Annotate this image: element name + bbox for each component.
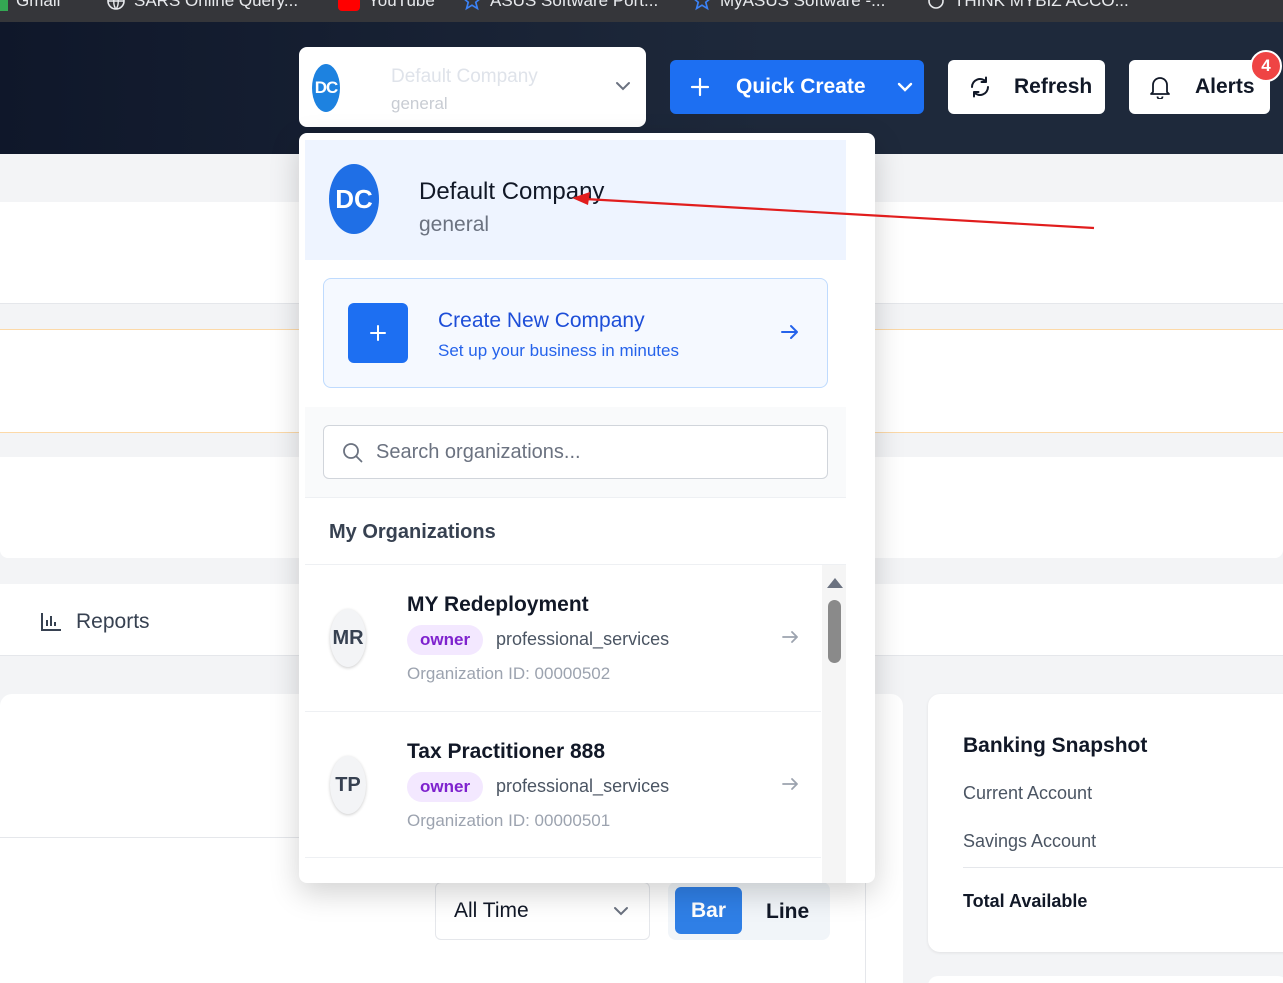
create-company-title: Create New Company <box>438 309 645 332</box>
bell-icon <box>1150 77 1170 99</box>
tab-reports[interactable]: Reports <box>40 610 150 634</box>
organization-industry: professional_services <box>496 629 670 649</box>
create-new-company-button[interactable]: Create New Company Set up your business … <box>323 278 828 388</box>
bookmark-label: ASUS Software Port... <box>490 0 659 10</box>
bookmark-myasus[interactable]: MyASUS Software -... <box>692 0 885 11</box>
divider <box>963 867 1283 868</box>
organization-item[interactable]: MR MY Redeployment owner professional_se… <box>305 565 821 711</box>
bookmark-gmail[interactable]: Gmail <box>0 0 60 11</box>
arrow-right-icon <box>782 631 798 643</box>
current-company[interactable]: DC Default Company general <box>305 140 846 260</box>
organization-search <box>323 425 828 479</box>
bookmark-sars[interactable]: SARS Online Query... <box>106 0 298 11</box>
refresh-button[interactable]: Refresh <box>948 60 1105 114</box>
bookmark-label: THINK MYBIZ ACCO... <box>954 0 1129 10</box>
current-account-label: Current Account <box>963 783 1093 803</box>
arrow-right-icon <box>781 325 798 339</box>
current-company-subtitle: general <box>419 213 490 236</box>
search-input[interactable] <box>376 436 816 468</box>
alerts-count-badge: 4 <box>1250 50 1282 82</box>
company-subtitle: general <box>391 94 448 113</box>
gmail-icon <box>0 0 8 11</box>
bookmark-label: SARS Online Query... <box>134 0 299 10</box>
bookmark-label: MyASUS Software -... <box>720 0 886 10</box>
plus-icon <box>348 303 408 363</box>
background-card <box>928 976 1283 983</box>
bar-chart-icon <box>41 613 61 631</box>
period-value: All Time <box>454 899 529 922</box>
chevron-down-icon[interactable] <box>896 78 914 96</box>
my-organizations-heading: My Organizations <box>329 521 496 543</box>
arrow-right-icon <box>782 778 798 790</box>
alerts-button[interactable]: Alerts <box>1129 60 1270 114</box>
organization-id: Organization ID: 00000501 <box>407 811 611 830</box>
current-company-avatar: DC <box>329 164 379 234</box>
refresh-label: Refresh <box>1014 75 1093 98</box>
star-icon <box>694 0 710 11</box>
current-company-name: Default Company <box>419 178 605 205</box>
scroll-up-arrow[interactable] <box>827 578 843 588</box>
divider <box>305 497 846 498</box>
banking-snapshot-card: Banking Snapshot Current Account Savings… <box>928 694 1283 952</box>
chart-type-bar-button[interactable]: Bar <box>675 887 742 934</box>
chevron-down-icon <box>616 82 630 91</box>
quick-create-button[interactable]: Quick Create <box>670 60 924 114</box>
savings-account-label: Savings Account <box>963 831 1097 851</box>
chart-type-toggle: Bar Line <box>668 882 830 940</box>
bookmark-label: Gmail <box>16 0 61 10</box>
scrollbar-thumb[interactable] <box>828 600 841 663</box>
organization-dropdown: DC Default Company general Create New Co… <box>299 133 875 883</box>
search-icon <box>343 443 363 463</box>
star-icon <box>464 0 480 11</box>
period-select[interactable]: All Time <box>435 882 650 940</box>
chart-type-line-button[interactable]: Line <box>766 900 809 924</box>
organization-item[interactable]: TP Tax Practitioner 888 owner profession… <box>305 712 821 858</box>
divider <box>305 857 821 858</box>
organization-name: Tax Practitioner 888 <box>407 740 606 763</box>
bookmark-label: YouTube <box>368 0 435 10</box>
bookmark-youtube[interactable]: YouTube <box>338 0 435 11</box>
refresh-icon <box>971 76 989 98</box>
total-available-label: Total Available <box>963 891 1088 911</box>
youtube-icon <box>338 0 360 11</box>
bookmark-asus-portal[interactable]: ASUS Software Port... <box>462 0 658 11</box>
create-company-subtitle: Set up your business in minutes <box>438 341 679 360</box>
role-badge: owner <box>407 772 484 802</box>
organization-industry: professional_services <box>496 776 670 796</box>
bookmark-thinkmybiz[interactable]: THINK MYBIZ ACCO... <box>926 0 1129 11</box>
organization-avatar: MR <box>330 609 366 667</box>
organization-id: Organization ID: 00000502 <box>407 664 611 683</box>
company-selector[interactable]: DC Default Company general <box>299 47 646 127</box>
alerts-label: Alerts <box>1195 75 1255 98</box>
banking-snapshot-title: Banking Snapshot <box>963 734 1148 757</box>
openai-icon <box>928 0 944 9</box>
bookmarks-bar: Gmail SARS Online Query... YouTube ASUS … <box>0 0 1283 22</box>
quick-create-label: Quick Create <box>736 75 866 98</box>
globe-icon <box>107 0 125 10</box>
reports-label: Reports <box>76 610 150 633</box>
company-name: Default Company <box>391 66 538 87</box>
organization-avatar: TP <box>330 756 366 814</box>
chevron-down-icon <box>614 907 628 916</box>
company-avatar: DC <box>312 64 340 112</box>
role-badge: owner <box>407 625 484 655</box>
organization-name: MY Redeployment <box>407 593 589 616</box>
plus-icon <box>690 77 710 97</box>
